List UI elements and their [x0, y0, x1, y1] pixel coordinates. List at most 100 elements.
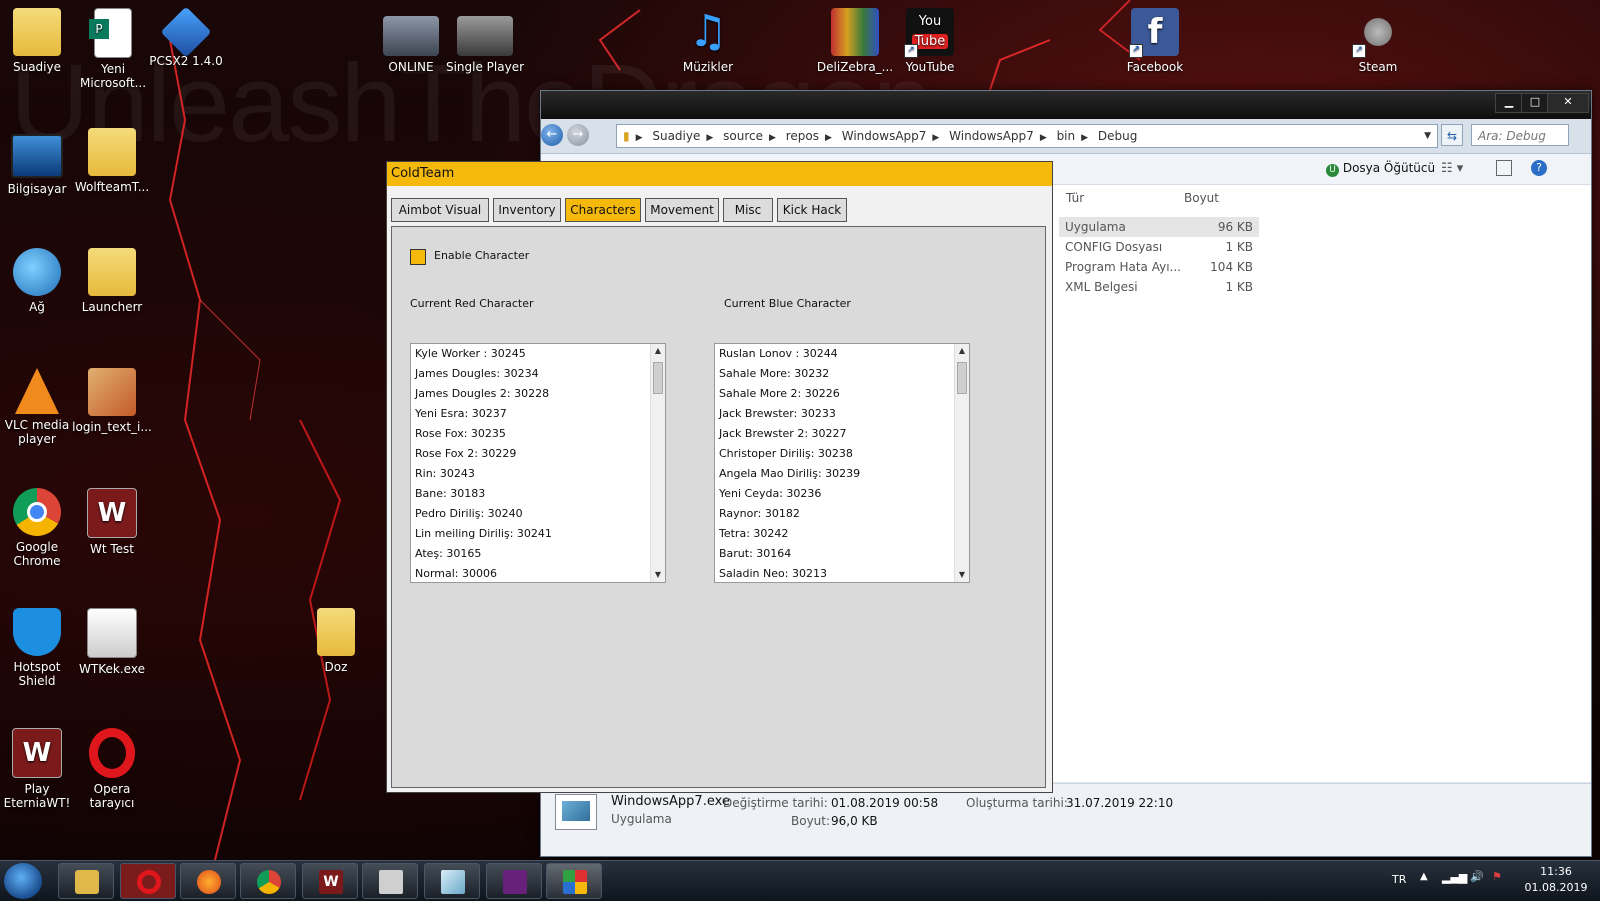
breadcrumb-item[interactable]: bin [1051, 129, 1082, 143]
scroll-up-icon[interactable]: ▲ [955, 344, 969, 358]
column-header-type[interactable]: Tür [1066, 191, 1084, 205]
coldteam-window[interactable]: ColdTeam Aimbot Visual Inventory Charact… [386, 161, 1053, 793]
file-advisor-button[interactable]: U Dosya Öğütücü [1326, 161, 1435, 177]
scrollbar[interactable]: ▲ ▼ [650, 344, 665, 582]
list-item[interactable]: Sahale More: 30232 [715, 364, 969, 384]
clock-time[interactable]: 11:36 [1526, 865, 1586, 878]
coldteam-title[interactable]: ColdTeam [387, 162, 1052, 186]
list-item[interactable]: Angela Mao Diriliş: 30239 [715, 464, 969, 484]
desktop-icon-wt-test[interactable]: W Wt Test [72, 484, 152, 556]
language-indicator[interactable]: TR [1392, 873, 1406, 886]
start-button-icon[interactable] [4, 863, 42, 899]
desktop-icon-hotspot-shield[interactable]: Hotspot Shield [0, 604, 77, 688]
list-item[interactable]: Barut: 30164 [715, 544, 969, 564]
forward-arrow-icon[interactable]: → [567, 124, 589, 146]
list-item[interactable]: Saladin Neo: 30213 [715, 564, 969, 582]
list-item[interactable]: Rose Fox 2: 30229 [411, 444, 665, 464]
list-item[interactable]: Ateş: 30165 [411, 544, 665, 564]
search-input[interactable]: Ara: Debug [1471, 124, 1569, 146]
desktop-icon-ag[interactable]: Ağ [0, 244, 77, 314]
list-item[interactable]: Raynor: 30182 [715, 504, 969, 524]
list-item[interactable]: Normal: 30006 [411, 564, 665, 582]
enable-character-checkbox[interactable] [410, 249, 426, 265]
desktop-icon-doz[interactable]: Doz [296, 604, 376, 674]
list-item[interactable]: Tetra: 30242 [715, 524, 969, 544]
list-item[interactable]: Yeni Ceyda: 30236 [715, 484, 969, 504]
list-item[interactable]: Rose Fox: 30235 [411, 424, 665, 444]
view-options-icon[interactable]: ☷ ▾ [1441, 161, 1463, 176]
desktop-icon-wolfteam[interactable]: WolfteamT... [72, 124, 152, 194]
desktop-icon-suadiye[interactable]: Suadiye [0, 4, 77, 74]
desktop-icon-opera[interactable]: Opera tarayıcı [72, 724, 152, 810]
desktop-icon-login-text[interactable]: login_text_i... [72, 364, 152, 434]
taskbar-opera[interactable] [120, 863, 176, 899]
chevron-down-icon[interactable]: ▼ [1424, 125, 1431, 147]
minimize-button[interactable]: ▁ [1495, 93, 1523, 113]
list-item[interactable]: Christoper Diriliş: 30238 [715, 444, 969, 464]
maximize-button[interactable]: □ [1521, 93, 1549, 113]
list-item[interactable]: Rin: 30243 [411, 464, 665, 484]
scroll-down-icon[interactable]: ▼ [651, 568, 665, 582]
desktop-icon-wtkek[interactable]: WTKek.exe [72, 604, 152, 676]
tab-aimbot-visual[interactable]: Aimbot Visual [391, 198, 489, 222]
show-hidden-icons-icon[interactable]: ▲ [1420, 871, 1428, 882]
breadcrumb-item[interactable]: Suadiye [646, 129, 706, 143]
list-item[interactable]: Pedro Diriliş: 30240 [411, 504, 665, 524]
breadcrumb-item[interactable]: source [717, 129, 769, 143]
scroll-up-icon[interactable]: ▲ [651, 344, 665, 358]
file-row[interactable]: XML Belgesi 1 KB [1059, 277, 1259, 297]
network-signal-icon[interactable]: ▂▄▆ [1442, 871, 1467, 884]
list-item[interactable]: James Dougles 2: 30228 [411, 384, 665, 404]
file-row[interactable]: Program Hata Ayı... 104 KB [1059, 257, 1259, 277]
column-header-size[interactable]: Boyut [1184, 191, 1219, 205]
desktop-icon-delizebra[interactable]: DeliZebra_... [815, 4, 895, 74]
preview-pane-icon[interactable] [1496, 160, 1512, 176]
desktop-icon-muzikler[interactable]: ♫ Müzikler [668, 4, 748, 75]
red-character-list[interactable]: Kyle Worker : 30245 James Dougles: 30234… [410, 343, 666, 583]
desktop-icon-yeni-microsoft[interactable]: P Yeni Microsoft... [73, 4, 153, 90]
file-row[interactable]: CONFIG Dosyası 1 KB [1059, 237, 1259, 257]
list-item[interactable]: James Dougles: 30234 [411, 364, 665, 384]
close-button[interactable]: ✕ [1547, 93, 1589, 113]
breadcrumb-item[interactable]: WindowsApp7 [943, 129, 1040, 143]
breadcrumb-item[interactable]: Debug [1092, 129, 1143, 143]
scrollbar[interactable]: ▲ ▼ [954, 344, 969, 582]
breadcrumb-item[interactable]: repos [780, 129, 825, 143]
taskbar-firefox[interactable] [180, 863, 236, 899]
tab-misc[interactable]: Misc [723, 198, 773, 222]
taskbar-visual-studio[interactable] [486, 863, 542, 899]
taskbar-wolfteam[interactable]: W [302, 863, 358, 899]
list-item[interactable]: Bane: 30183 [411, 484, 665, 504]
scroll-down-icon[interactable]: ▼ [955, 568, 969, 582]
desktop-icon-vlc[interactable]: VLC media player [0, 364, 77, 446]
desktop-icon-single-player[interactable]: Single Player [445, 4, 525, 74]
tab-characters[interactable]: Characters [565, 198, 641, 222]
tab-inventory[interactable]: Inventory [493, 198, 561, 222]
desktop-icon-play-eternia[interactable]: W Play EterniaWT! [0, 724, 77, 810]
list-item[interactable]: Lin meiling Diriliş: 30241 [411, 524, 665, 544]
blue-character-list[interactable]: Ruslan Lonov : 30244 Sahale More: 30232 … [714, 343, 970, 583]
taskbar-game[interactable] [362, 863, 418, 899]
flag-alert-icon[interactable]: ⚑ [1492, 870, 1502, 883]
explorer-titlebar[interactable]: ▁ □ ✕ [541, 91, 1591, 119]
scroll-thumb[interactable] [957, 362, 967, 394]
help-icon[interactable]: ? [1531, 160, 1547, 176]
desktop-icon-steam[interactable]: ↗ Steam [1338, 4, 1418, 74]
list-item[interactable]: Kyle Worker : 30245 [411, 344, 665, 364]
desktop-icon-facebook[interactable]: f ↗ Facebook [1115, 4, 1195, 74]
desktop-icon-bilgisayar[interactable]: Bilgisayar [0, 124, 77, 196]
tab-kick-hack[interactable]: Kick Hack [777, 198, 847, 222]
desktop-icon-launcherr[interactable]: Launcherr [72, 244, 152, 314]
taskbar-chrome[interactable] [240, 863, 296, 899]
clock-date[interactable]: 01.08.2019 [1520, 881, 1592, 894]
scroll-thumb[interactable] [653, 362, 663, 394]
taskbar-coldteam[interactable] [546, 863, 602, 899]
taskbar-explorer[interactable] [58, 863, 114, 899]
list-item[interactable]: Sahale More 2: 30226 [715, 384, 969, 404]
address-bar[interactable]: ▮ ▶ Suadiye ▶ source ▶ repos ▶ WindowsApp7 ▶ … [616, 124, 1438, 148]
tab-movement[interactable]: Movement [645, 198, 719, 222]
file-row[interactable]: Uygulama 96 KB [1059, 217, 1259, 237]
taskbar-app[interactable] [424, 863, 480, 899]
list-item[interactable]: Jack Brewster: 30233 [715, 404, 969, 424]
desktop-icon-youtube[interactable]: You Tube ↗ YouTube [890, 4, 970, 74]
